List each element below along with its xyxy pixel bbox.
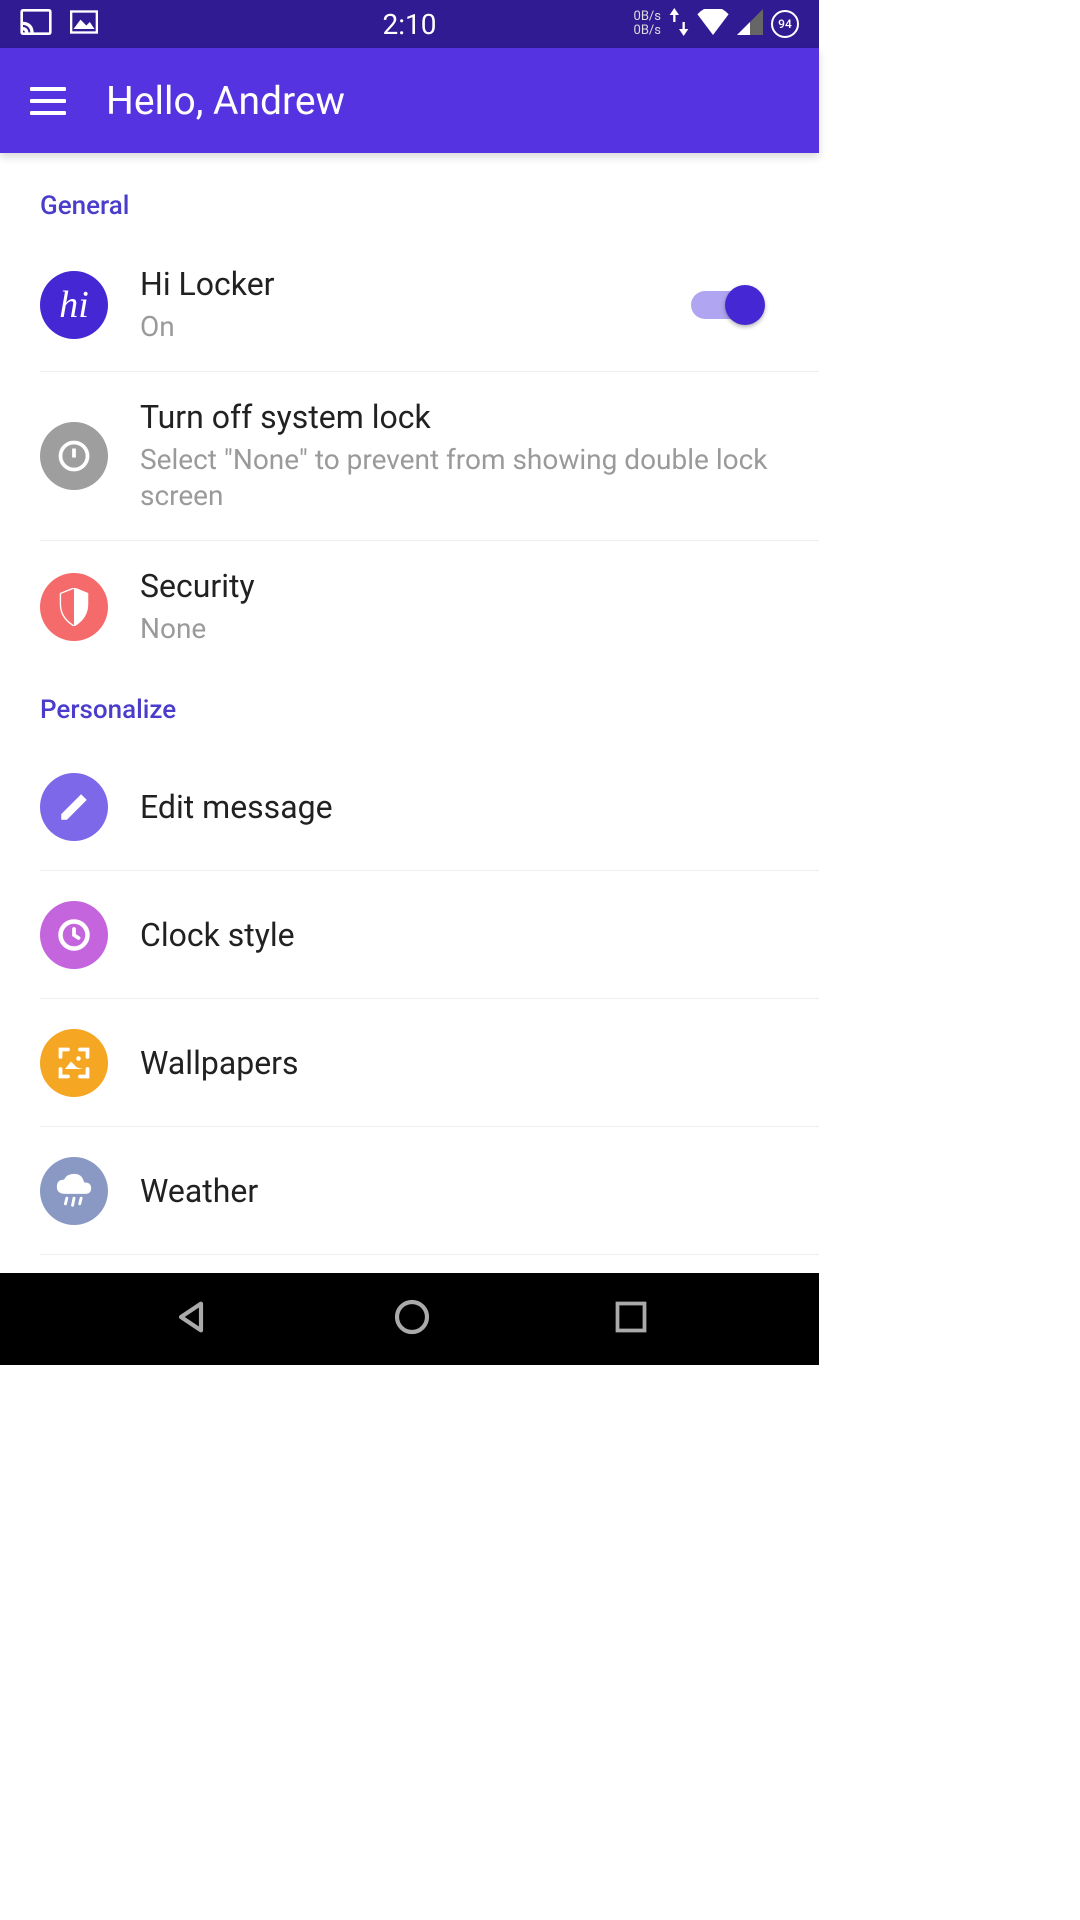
data-arrows-icon <box>669 8 689 40</box>
list-item-hi-locker[interactable]: hi Hi Locker On <box>40 239 819 372</box>
app-title: Hello, Andrew <box>106 78 345 124</box>
cast-icon <box>20 9 52 39</box>
item-title: Security <box>140 567 779 605</box>
settings-content: General hi Hi Locker On Turn off system … <box>0 153 819 1383</box>
menu-icon[interactable] <box>30 87 66 115</box>
shield-icon <box>40 573 108 641</box>
navigation-bar <box>0 1273 819 1365</box>
item-title: Hi Locker <box>140 265 691 303</box>
item-title: Clock style <box>140 916 779 954</box>
list-item-clock-style[interactable]: Clock style <box>40 871 819 999</box>
nav-recent-icon[interactable] <box>613 1299 649 1339</box>
section-header-personalize: Personalize <box>0 673 819 743</box>
list-item-weather[interactable]: Weather <box>40 1127 819 1255</box>
list-item-edit-message[interactable]: Edit message <box>40 743 819 871</box>
cellular-icon <box>737 9 763 39</box>
status-time: 2:10 <box>383 8 437 41</box>
status-bar: 2:10 0B/s 0B/s 94 <box>0 0 819 48</box>
list-item-security[interactable]: Security None <box>40 541 819 673</box>
item-subtitle: Select "None" to prevent from showing do… <box>140 442 779 514</box>
item-title: Wallpapers <box>140 1044 779 1082</box>
item-subtitle: On <box>140 309 691 345</box>
battery-badge: 94 <box>771 10 799 38</box>
edit-icon <box>40 773 108 841</box>
hi-logo-icon: hi <box>40 271 108 339</box>
nav-home-icon[interactable] <box>392 1297 432 1341</box>
power-icon <box>40 422 108 490</box>
item-title: Weather <box>140 1172 779 1210</box>
nav-back-icon[interactable] <box>171 1297 211 1341</box>
item-title: Turn off system lock <box>140 398 779 436</box>
wifi-icon <box>697 9 729 39</box>
section-header-general: General <box>0 153 819 239</box>
hi-locker-toggle[interactable] <box>691 291 759 319</box>
status-left <box>20 9 98 39</box>
clock-icon <box>40 901 108 969</box>
network-speed: 0B/s 0B/s <box>634 10 661 38</box>
picture-icon <box>70 10 98 38</box>
list-item-wallpapers[interactable]: Wallpapers <box>40 999 819 1127</box>
app-bar: Hello, Andrew <box>0 48 819 153</box>
list-item-system-lock[interactable]: Turn off system lock Select "None" to pr… <box>40 372 819 541</box>
cloud-rain-icon <box>40 1157 108 1225</box>
wallpaper-icon <box>40 1029 108 1097</box>
item-title: Edit message <box>140 788 779 826</box>
item-subtitle: None <box>140 611 779 647</box>
status-right: 0B/s 0B/s 94 <box>634 8 799 40</box>
